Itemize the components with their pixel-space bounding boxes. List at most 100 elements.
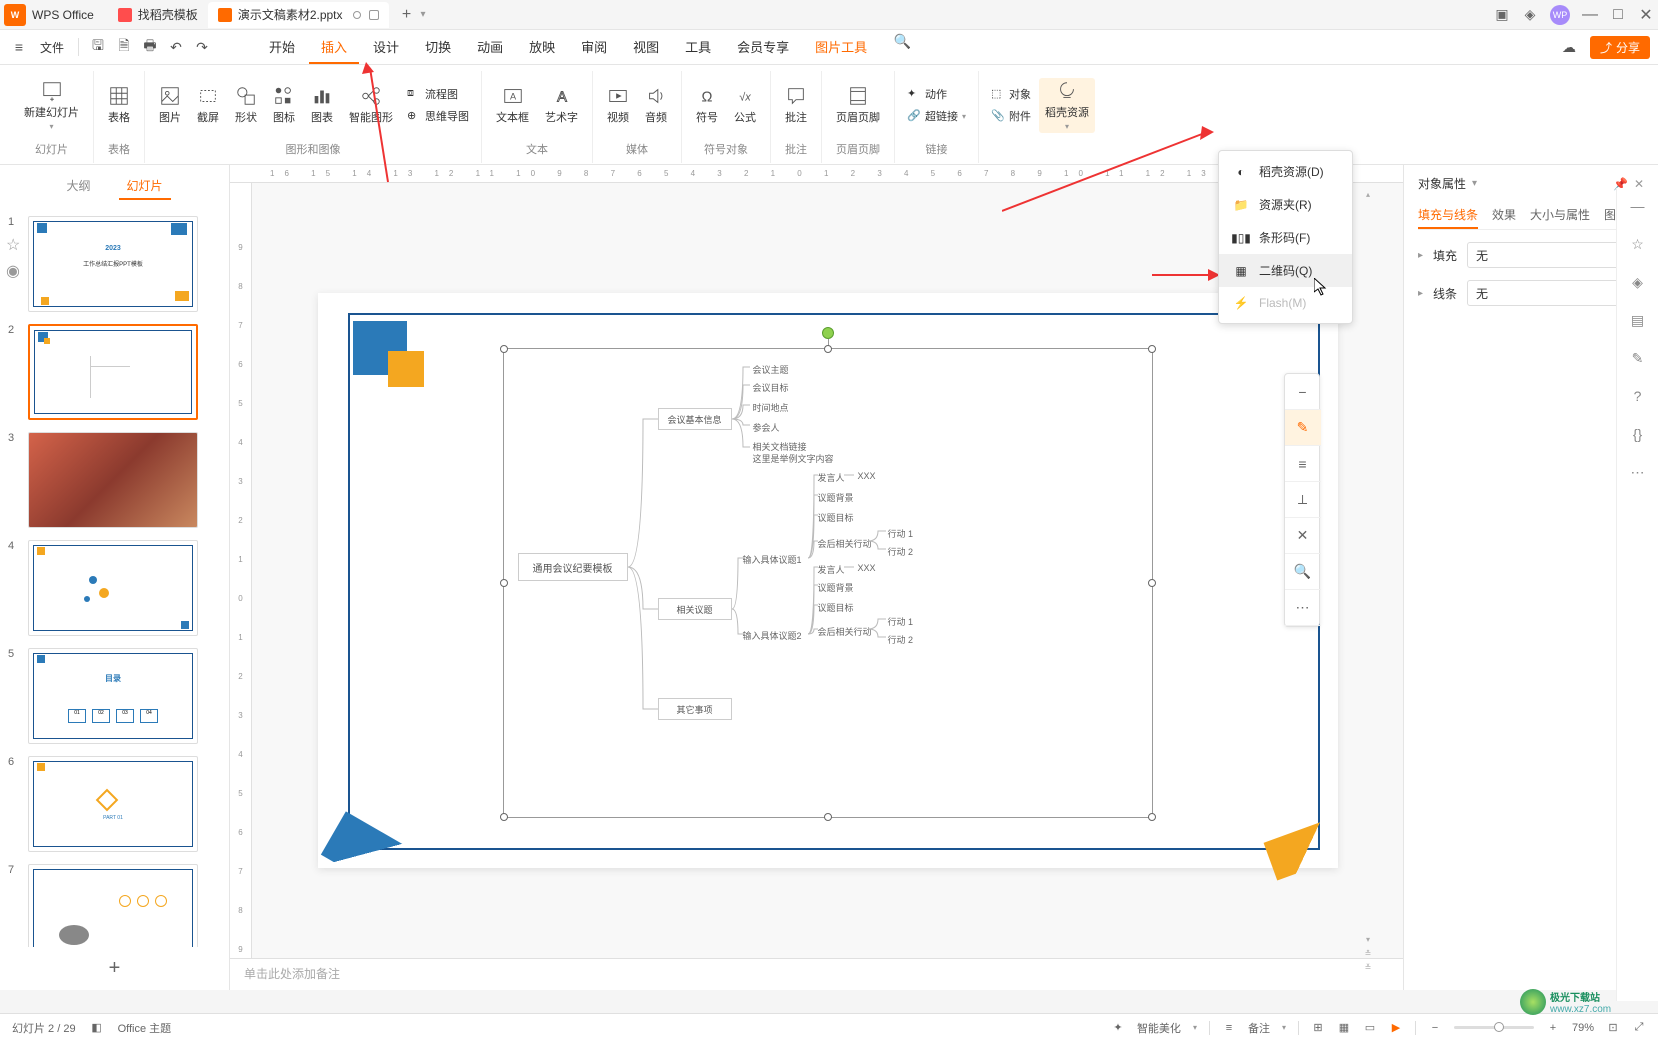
resize-handle[interactable] — [500, 579, 508, 587]
view-reading-icon[interactable]: ▭ — [1363, 1021, 1377, 1035]
notes-label[interactable]: 备注 — [1248, 1020, 1270, 1036]
undo-icon[interactable]: ↶ — [165, 36, 187, 58]
resize-handle[interactable] — [824, 345, 832, 353]
slide-thumb-7[interactable]: 7 — [8, 864, 221, 947]
textbox-button[interactable]: A文本框 — [490, 83, 535, 127]
slideshow-icon[interactable]: ▶ — [1389, 1021, 1403, 1035]
view-normal-icon[interactable]: ⊞ — [1311, 1021, 1325, 1035]
tool-more-icon[interactable]: ⋯ — [1628, 462, 1648, 482]
tab-insert[interactable]: 插入 — [309, 31, 359, 64]
tab-transition[interactable]: 切换 — [413, 31, 463, 64]
resize-handle[interactable] — [1148, 813, 1156, 821]
slide-thumb-6[interactable]: 6PART 01 — [8, 756, 221, 852]
float-search[interactable]: 🔍 — [1285, 554, 1321, 590]
attachment-button[interactable]: 📎附件 — [987, 106, 1035, 126]
prev-slide-icon[interactable]: ≛ — [1362, 947, 1374, 959]
fit-icon[interactable]: ⊡ — [1606, 1021, 1620, 1035]
redo-icon[interactable]: ↷ — [191, 36, 213, 58]
tab-picture-tools[interactable]: 图片工具 — [803, 31, 879, 64]
tab-view[interactable]: 视图 — [621, 31, 671, 64]
action-button[interactable]: ✦动作 — [903, 84, 970, 104]
equation-button[interactable]: √x公式 — [728, 83, 762, 127]
minimize-button[interactable]: — — [1582, 7, 1598, 23]
tool-template-icon[interactable]: ▤ — [1628, 310, 1648, 330]
slide-thumb-3[interactable]: 3 — [8, 432, 221, 528]
tab-tools[interactable]: 工具 — [673, 31, 723, 64]
hamburger-icon[interactable]: ≡ — [8, 36, 30, 58]
tab-animation[interactable]: 动画 — [465, 31, 515, 64]
screenshot-button[interactable]: 截屏 — [191, 83, 225, 127]
tab-design[interactable]: 设计 — [361, 31, 411, 64]
file-menu[interactable]: 文件 — [34, 39, 70, 56]
float-edit[interactable]: ✎ — [1285, 410, 1321, 446]
effect-tab[interactable]: 效果 — [1492, 202, 1516, 229]
resize-handle[interactable] — [500, 345, 508, 353]
maximize-button[interactable]: □ — [1610, 7, 1626, 23]
save-icon[interactable]: 🖫 — [87, 36, 109, 58]
slide-thumb-1[interactable]: 12023工作总结汇报PPT模板 — [8, 216, 221, 312]
add-slide-button[interactable]: + — [0, 947, 229, 990]
audio-mark-icon[interactable]: ◉ — [6, 261, 22, 277]
float-layers[interactable]: ≡ — [1285, 446, 1321, 482]
collapse-icon[interactable]: — — [1628, 196, 1648, 216]
icons-button[interactable]: 图标 — [267, 83, 301, 127]
audio-button[interactable]: 音频 — [639, 83, 673, 127]
mindmap-button[interactable]: ⊕思维导图 — [403, 106, 473, 126]
view-sorter-icon[interactable]: ▦ — [1337, 1021, 1351, 1035]
chart-button[interactable]: 图表 — [305, 83, 339, 127]
slide-thumb-4[interactable]: 4 — [8, 540, 221, 636]
tab-slideshow[interactable]: 放映 — [517, 31, 567, 64]
expand-icon[interactable]: ⤢ — [1632, 1021, 1646, 1035]
next-slide-icon[interactable]: ≚ — [1362, 961, 1374, 973]
dropdown-resource[interactable]: ◐ 稻壳资源(D) — [1219, 155, 1352, 188]
picture-button[interactable]: 图片 — [153, 83, 187, 127]
resize-handle[interactable] — [500, 813, 508, 821]
rotation-handle[interactable] — [822, 327, 834, 339]
new-slide-button[interactable]: 新建幻灯片 ▾ — [18, 78, 85, 133]
tool-edit-icon[interactable]: ✎ — [1628, 348, 1648, 368]
tool-shape-icon[interactable]: ◈ — [1628, 272, 1648, 292]
dropdown-barcode[interactable]: ▮▯▮ 条形码(F) — [1219, 221, 1352, 254]
notes-bar[interactable]: 单击此处添加备注 — [230, 958, 1403, 990]
size-tab[interactable]: 大小与属性 — [1530, 202, 1590, 229]
tab-document[interactable]: 演示文稿素材2.pptx — [208, 2, 389, 28]
smartart-button[interactable]: 智能图形 — [343, 83, 399, 127]
resize-handle[interactable] — [824, 813, 832, 821]
reading-mode-icon[interactable]: ▣ — [1494, 7, 1510, 23]
header-footer-button[interactable]: 页眉页脚 — [830, 83, 886, 127]
outline-tab[interactable]: 大纲 — [58, 173, 98, 200]
symbol-button[interactable]: Ω符号 — [690, 83, 724, 127]
user-avatar[interactable]: WP — [1550, 5, 1570, 25]
shapes-button[interactable]: 形状 — [229, 83, 263, 127]
comment-button[interactable]: 批注 — [779, 83, 813, 127]
float-minus[interactable]: − — [1285, 374, 1321, 410]
scroll-up-icon[interactable]: ▴ — [1362, 188, 1374, 200]
search-icon[interactable]: 🔍 — [891, 31, 913, 53]
tab-templates[interactable]: 找稻壳模板 — [108, 2, 208, 28]
slides-tab[interactable]: 幻灯片 — [119, 173, 171, 200]
theme-icon[interactable]: ◧ — [90, 1021, 104, 1035]
float-more[interactable]: ⋯ — [1285, 590, 1321, 626]
tool-bracket-icon[interactable]: {} — [1628, 424, 1648, 444]
scroll-down-icon[interactable]: ▾ — [1362, 933, 1374, 945]
new-tab-button[interactable]: + — [397, 5, 417, 25]
print-icon[interactable]: 🖶 — [139, 36, 161, 58]
slide-thumb-2[interactable]: 2 — [8, 324, 221, 420]
float-magic[interactable]: ✕ — [1285, 518, 1321, 554]
star-icon[interactable]: ☆ — [6, 235, 22, 251]
fill-line-tab[interactable]: 填充与线条 — [1418, 202, 1478, 229]
cube-icon[interactable]: ◈ — [1522, 7, 1538, 23]
cloud-icon[interactable]: ☁ — [1558, 36, 1580, 58]
beautify-icon[interactable]: ✦ — [1111, 1021, 1125, 1035]
tab-review[interactable]: 审阅 — [569, 31, 619, 64]
tab-dropdown-icon[interactable]: ▾ — [421, 9, 426, 20]
vertical-scrollbar[interactable]: ▴ ▾ ≛ ≚ — [1362, 188, 1374, 973]
resize-handle[interactable] — [1148, 345, 1156, 353]
zoom-in-icon[interactable]: + — [1546, 1021, 1560, 1035]
dropdown-qrcode[interactable]: ▦ 二维码(Q) — [1219, 254, 1352, 287]
hyperlink-button[interactable]: 🔗超链接 ▾ — [903, 106, 970, 126]
tool-star-icon[interactable]: ☆ — [1628, 234, 1648, 254]
zoom-out-icon[interactable]: − — [1428, 1021, 1442, 1035]
zoom-value[interactable]: 79% — [1572, 1022, 1594, 1034]
beautify-label[interactable]: 智能美化 — [1137, 1020, 1181, 1036]
